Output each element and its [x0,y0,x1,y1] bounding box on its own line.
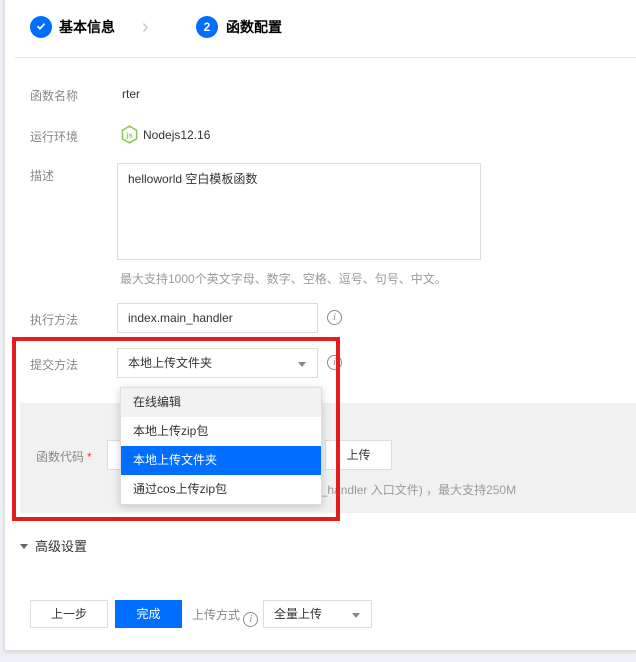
submit-method-label: 提交方法 [30,356,78,373]
advanced-settings-toggle[interactable]: 高级设置 [20,536,87,555]
step1-check-circle [30,16,52,38]
description-textarea[interactable]: helloworld 空白模板函数 [117,163,481,260]
advanced-settings-label: 高级设置 [35,539,87,554]
required-asterisk: * [87,450,92,464]
upload-mode-row: 上传方式 i [192,606,258,627]
submit-method-select[interactable]: 本地上传文件夹 [117,348,318,378]
chevron-down-icon [352,613,360,618]
content-card [4,0,636,651]
handler-info-icon[interactable]: i [327,310,342,325]
description-hint: 最大支持1000个英文字母、数字、空格、逗号、句号、中文。 [120,270,447,287]
previous-step-button[interactable]: 上一步 [30,600,108,628]
function-name-label: 函数名称 [30,87,78,104]
chevron-right-icon: › [142,17,149,37]
submit-method-info-icon[interactable]: i [327,355,342,370]
check-icon [35,20,47,34]
step2-number-circle: 2 [196,16,218,38]
submit-method-value: 本地上传文件夹 [128,356,212,370]
menu-item-cos-zip[interactable]: 通过cos上传zip包 [121,475,321,504]
menu-item-local-folder[interactable]: 本地上传文件夹 [121,446,321,475]
function-config-page: 基本信息 › 2 函数配置 函数名称 rter 运行环境 js Nodejs12… [0,0,636,662]
svg-text:js: js [125,131,132,140]
header-divider [15,57,636,58]
triangle-down-icon [20,544,28,549]
step2-label: 函数配置 [226,17,282,37]
upload-mode-info-icon[interactable]: i [243,612,258,627]
function-name-value: rter [122,87,140,101]
runtime-value: Nodejs12.16 [143,128,210,142]
function-code-label: 函数代码* [36,448,92,465]
step1-label: 基本信息 [59,17,115,37]
handler-label: 执行方法 [30,311,78,328]
finish-button[interactable]: 完成 [115,600,182,628]
upload-mode-value: 全量上传 [274,607,322,621]
chevron-down-icon [298,362,306,367]
menu-item-online-edit[interactable]: 在线编辑 [121,388,321,417]
runtime-label: 运行环境 [30,128,78,145]
nodejs-icon: js [121,125,138,147]
description-label: 描述 [30,167,54,184]
menu-item-local-zip[interactable]: 本地上传zip包 [121,417,321,446]
handler-input[interactable] [117,303,318,333]
upload-button[interactable]: 上传 [325,440,392,470]
submit-method-dropdown: 在线编辑 本地上传zip包 本地上传文件夹 通过cos上传zip包 [120,387,322,505]
step-function-config: 2 函数配置 [196,16,282,38]
step-basic-info[interactable]: 基本信息 [30,16,115,38]
upload-mode-label: 上传方式 [192,608,240,622]
upload-mode-select[interactable]: 全量上传 [263,600,372,628]
